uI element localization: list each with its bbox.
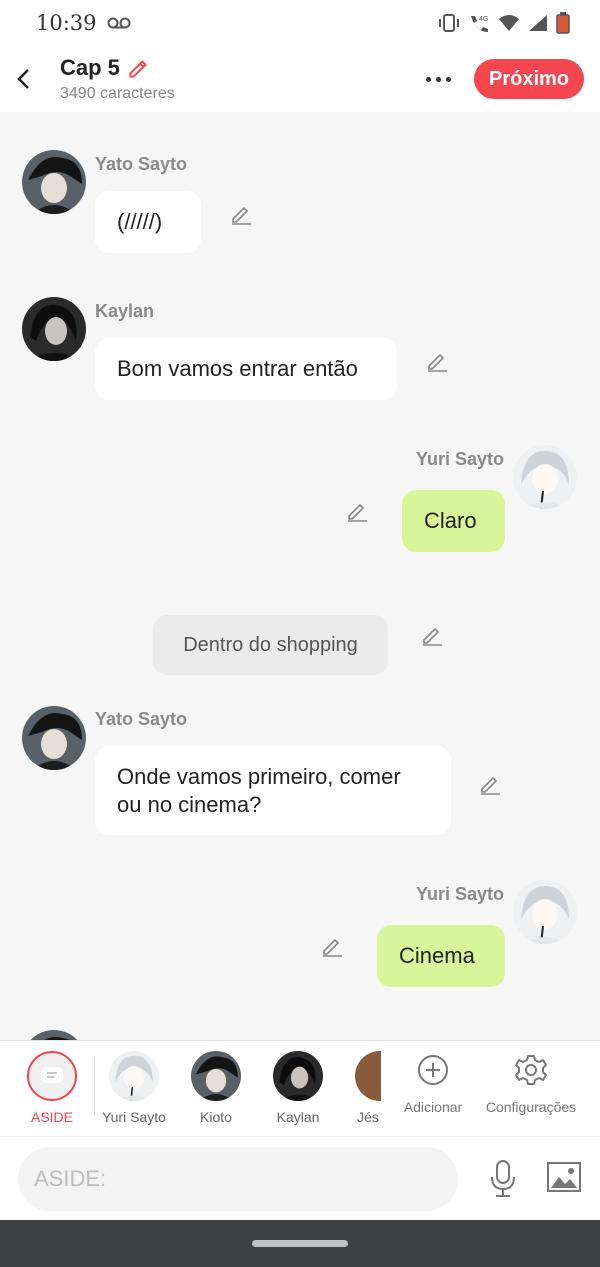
character-label: Kioto	[200, 1109, 232, 1125]
network-type-label: 4G	[479, 16, 488, 23]
character-label: Kaylan	[276, 1109, 320, 1125]
speaker-name: Yato Sayto	[95, 709, 188, 729]
aside-avatar	[27, 1051, 77, 1101]
dot-icon	[435, 76, 441, 82]
character-yuri-sayto[interactable]: Yuri Sayto	[93, 1041, 175, 1137]
image-icon[interactable]	[546, 1161, 582, 1193]
character-avatar	[191, 1051, 241, 1101]
voicemail-icon	[107, 17, 131, 29]
character-label: Yuri Sayto	[102, 1109, 166, 1125]
battery-icon	[556, 12, 570, 34]
edit-message-pencil-icon[interactable]	[420, 623, 444, 647]
edit-message-pencil-icon[interactable]	[320, 934, 344, 958]
character-avatar	[109, 1051, 159, 1101]
message-bubble[interactable]: Bom vamos entrar então	[95, 338, 397, 400]
chat-area: Yato Sayto (/////) Kaylan Bom vamos entr…	[0, 112, 600, 1040]
vibrate-icon	[439, 14, 459, 32]
signal-icon	[529, 15, 547, 31]
narration-bubble[interactable]: Dentro do shopping	[153, 615, 388, 675]
character-jes[interactable]: Jés	[339, 1041, 381, 1137]
back-arrow-icon	[17, 69, 29, 89]
wifi-icon	[499, 15, 519, 31]
character-label: Jés	[357, 1109, 379, 1125]
system-navigation-bar	[0, 1220, 600, 1267]
character-label: ASIDE	[30, 1109, 73, 1125]
microphone-icon[interactable]	[488, 1159, 518, 1199]
avatar-yuri-sayto[interactable]	[513, 445, 577, 509]
character-kioto[interactable]: Kioto	[175, 1041, 257, 1137]
character-count: 3490 caracteres	[60, 85, 175, 102]
character-avatar	[355, 1051, 381, 1101]
character-aside[interactable]: ASIDE	[11, 1041, 93, 1137]
add-label: Adicionar	[403, 1099, 463, 1115]
settings-label: Configurações	[485, 1099, 577, 1115]
status-icons: 4G	[438, 12, 570, 34]
settings-button[interactable]: Configurações	[485, 1041, 577, 1137]
avatar-yuri-sayto[interactable]	[513, 880, 577, 944]
gear-icon	[515, 1055, 547, 1085]
edit-message-pencil-icon[interactable]	[478, 772, 502, 796]
avatar-kaylan[interactable]	[22, 297, 86, 361]
add-circle-icon	[418, 1055, 448, 1085]
composer-bar	[0, 1136, 600, 1220]
speaker-name: Yuri Sayto	[415, 884, 504, 904]
next-button[interactable]: Próximo	[474, 59, 584, 99]
chapter-title: Cap 5	[60, 55, 120, 80]
avatar-kioto[interactable]	[22, 1030, 86, 1040]
speaker-name: Yato Sayto	[95, 154, 188, 174]
speech-bubble-icon	[41, 1067, 63, 1083]
speaker-name: Yuri Sayto	[415, 449, 504, 469]
clock: 10:39	[36, 11, 97, 35]
title-block: Cap 5 3490 caracteres	[60, 55, 175, 103]
edit-message-pencil-icon[interactable]	[229, 202, 253, 226]
avatar-yato-sayto[interactable]	[22, 706, 86, 770]
message-bubble[interactable]: Claro	[402, 490, 505, 552]
volte-call-icon: 4G	[471, 16, 488, 32]
more-options-button[interactable]	[418, 64, 458, 94]
status-time: 10:39	[36, 11, 131, 35]
back-button[interactable]	[0, 46, 46, 112]
edit-message-pencil-icon[interactable]	[425, 349, 449, 373]
dot-icon	[425, 76, 431, 82]
speaker-name: Kaylan	[95, 301, 155, 321]
edit-message-pencil-icon[interactable]	[345, 499, 369, 523]
edit-title-pencil-icon[interactable]	[126, 55, 152, 81]
title-row: Cap 5	[60, 55, 175, 81]
status-bar: 10:39 4G	[0, 0, 600, 46]
message-bubble[interactable]: Cinema	[377, 925, 505, 987]
character-tray: ASIDE Yuri Sayto Kioto Kaylan Jés Adicio…	[0, 1040, 600, 1136]
avatar-yato-sayto[interactable]	[22, 150, 86, 214]
chapter-header: Cap 5 3490 caracteres Próximo	[0, 46, 600, 112]
character-avatar	[273, 1051, 323, 1101]
message-bubble[interactable]: (/////)	[95, 191, 201, 253]
message-bubble[interactable]: Onde vamos primeiro, comer ou no cinema?	[95, 746, 451, 835]
home-gesture-pill[interactable]	[252, 1240, 348, 1247]
message-input[interactable]	[18, 1147, 458, 1211]
dot-icon	[445, 76, 451, 82]
character-kaylan[interactable]: Kaylan	[257, 1041, 339, 1137]
add-character-button[interactable]: Adicionar	[398, 1041, 468, 1137]
